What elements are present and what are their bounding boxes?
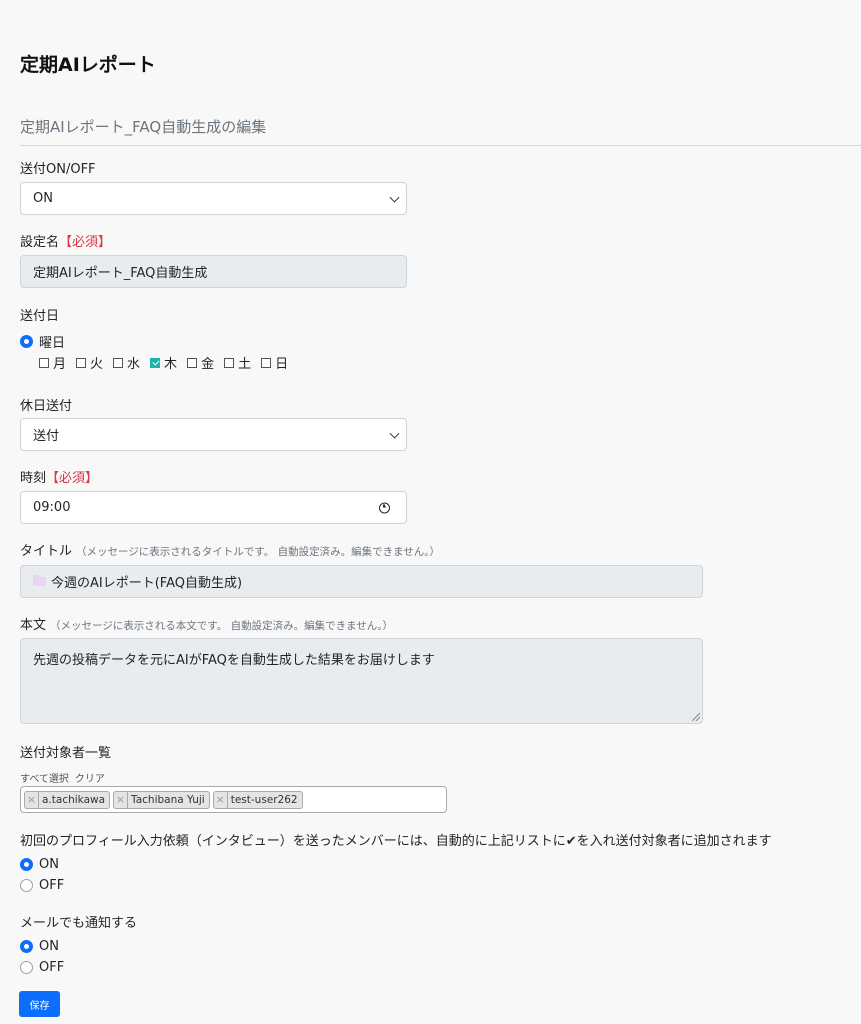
page-title: 定期AIレポート (20, 54, 156, 76)
select-all-link[interactable]: すべて選択 (20, 770, 69, 785)
day-checkbox-fri[interactable]: 金 (187, 353, 214, 372)
send-day-label: 送付日 (20, 309, 60, 324)
weekday-checkbox-group: 月 火 水 木 金 土 日 (39, 353, 288, 372)
recipients-actions: すべて選択 クリア (20, 770, 105, 785)
day-checkbox-wed[interactable]: 水 (113, 353, 140, 372)
holiday-send-label: 休日送付 (20, 399, 73, 414)
checkbox-icon (76, 357, 87, 368)
checkbox-icon (39, 357, 49, 368)
day-label: 日 (275, 357, 289, 372)
folder-icon (33, 575, 46, 586)
recipient-tag-label: a.tachikawa (42, 793, 106, 806)
recipients-multiselect[interactable]: × a.tachikawa × Tachibana Yuji × test-user2… (20, 786, 447, 813)
save-button[interactable]: 保存 (19, 991, 60, 1017)
day-checkbox-tue[interactable]: 火 (76, 353, 103, 372)
checkbox-icon (187, 357, 198, 368)
send-day-option-label: 曜日 (39, 336, 66, 351)
recipient-tag-label: test-user262 (230, 793, 298, 806)
auto-add-off-radio[interactable]: OFF (20, 878, 64, 893)
send-day-weekday-radio[interactable]: 曜日 (20, 332, 65, 351)
setting-name-value: 定期AIレポート_FAQ自動生成 (33, 266, 208, 281)
remove-tag-icon[interactable]: × (214, 791, 228, 808)
message-title-value: 今週のAIレポート(FAQ自動生成) (51, 576, 243, 591)
holiday-send-select[interactable]: 送付 (20, 418, 407, 451)
checkbox-checked-icon (150, 357, 161, 368)
time-input[interactable]: 09:00 (20, 491, 407, 524)
chevron-down-icon (389, 428, 400, 439)
page-subtitle: 定期AIレポート_FAQ自動生成の編集 (20, 118, 267, 136)
message-body-hint: （メッセージに表示される本文です。 自動設定済み。編集できません。） (50, 620, 394, 632)
message-title-input[interactable]: 今週のAIレポート(FAQ自動生成) (20, 565, 703, 598)
send-toggle-select[interactable]: ON (20, 182, 407, 215)
time-label: 時刻【必須】 (20, 471, 99, 486)
email-notify-off-radio[interactable]: OFF (20, 960, 64, 975)
email-notify-label: メールでも通知する (20, 916, 138, 931)
holiday-send-value: 送付 (33, 429, 60, 444)
email-notify-on-label: ON (39, 939, 59, 954)
checkbox-icon (224, 357, 235, 368)
day-checkbox-sun[interactable]: 日 (261, 353, 288, 372)
auto-add-on-label: ON (39, 857, 59, 872)
auto-add-on-radio[interactable]: ON (20, 857, 59, 872)
clock-icon[interactable] (379, 502, 390, 513)
recipient-tag-label: Tachibana Yuji (131, 793, 205, 806)
day-label: 火 (90, 357, 104, 372)
day-label: 水 (127, 357, 141, 372)
subtitle-divider (20, 145, 861, 146)
setting-name-input[interactable]: 定期AIレポート_FAQ自動生成 (20, 255, 407, 288)
checkbox-icon (261, 357, 272, 368)
send-toggle-label: 送付ON/OFF (20, 162, 96, 177)
day-label: 月 (53, 357, 67, 372)
radio-icon (20, 961, 33, 974)
email-notify-on-radio[interactable]: ON (20, 939, 59, 954)
radio-icon (20, 879, 33, 892)
email-notify-off-label: OFF (39, 960, 65, 975)
day-checkbox-thu[interactable]: 木 (150, 353, 177, 372)
message-body-value: 先週の投稿データを元にAIがFAQを自動生成した結果をお届けします (33, 653, 435, 668)
setting-name-label: 設定名【必須】 (20, 235, 112, 250)
recipient-tag: × test-user262 (212, 790, 303, 809)
recipient-tag: × Tachibana Yuji (113, 790, 210, 809)
time-value: 09:00 (33, 500, 71, 515)
radio-selected-icon (20, 858, 33, 871)
message-title-label: タイトル （メッセージに表示されるタイトルです。 自動設定済み。編集できません。） (20, 544, 441, 559)
recipients-label: 送付対象者一覧 (20, 746, 112, 761)
message-title-hint: （メッセージに表示されるタイトルです。 自動設定済み。編集できません。） (76, 546, 441, 558)
recipient-tag: × a.tachikawa (24, 790, 111, 809)
required-badge: 【必須】 (46, 471, 99, 486)
clear-link[interactable]: クリア (75, 770, 105, 785)
day-label: 木 (164, 357, 178, 372)
checkbox-icon (113, 357, 124, 368)
send-toggle-value: ON (33, 191, 53, 206)
auto-add-off-label: OFF (39, 878, 65, 893)
radio-selected-icon (20, 335, 33, 348)
day-checkbox-sat[interactable]: 土 (224, 353, 251, 372)
resize-handle-icon[interactable] (692, 713, 700, 721)
message-body-label: 本文 （メッセージに表示される本文です。 自動設定済み。編集できません。） (20, 618, 394, 633)
day-checkbox-mon[interactable]: 月 (39, 353, 66, 372)
remove-tag-icon[interactable]: × (114, 791, 129, 808)
day-label: 金 (201, 357, 215, 372)
chevron-down-icon (389, 192, 400, 203)
radio-selected-icon (20, 940, 33, 953)
required-badge: 【必須】 (59, 235, 112, 250)
auto-add-label: 初回のプロフィール入力依頼（インタビュー）を送ったメンバーには、自動的に上記リス… (20, 834, 772, 849)
remove-tag-icon[interactable]: × (25, 791, 39, 808)
message-body-textarea[interactable]: 先週の投稿データを元にAIがFAQを自動生成した結果をお届けします (20, 638, 703, 724)
day-label: 土 (238, 357, 252, 372)
